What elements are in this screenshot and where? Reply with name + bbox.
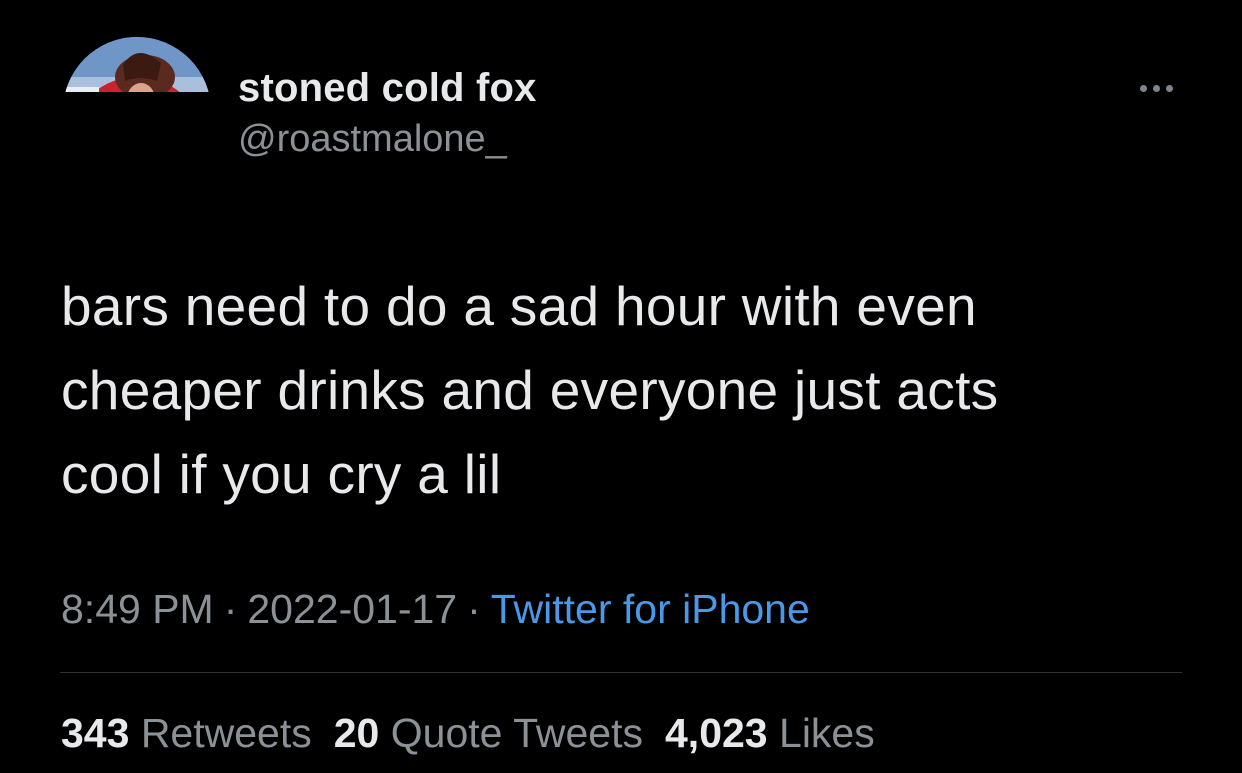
quote-tweets-label: Quote Tweets <box>390 710 643 756</box>
divider <box>60 672 1182 673</box>
tweet-source-link[interactable]: Twitter for iPhone <box>491 586 810 632</box>
tweet-stats: 343 Retweets 20 Quote Tweets 4,023 Likes <box>61 708 897 758</box>
dot <box>1165 84 1173 92</box>
author-block[interactable]: stoned cold fox @roastmalone_ <box>238 64 537 162</box>
tweet-text: bars need to do a sad hour with even che… <box>61 275 999 505</box>
retweets-count: 343 <box>61 710 130 756</box>
retweets-stat[interactable]: 343 Retweets <box>61 708 312 758</box>
dot <box>1152 84 1160 92</box>
likes-count: 4,023 <box>665 710 768 756</box>
separator: · <box>467 586 481 632</box>
avatar-crop <box>50 92 230 202</box>
quote-tweets-stat[interactable]: 20 Quote Tweets <box>334 708 643 758</box>
tweet-time[interactable]: 8:49 PM <box>61 586 214 632</box>
more-horizontal-icon[interactable] <box>1128 74 1184 102</box>
tweet-meta: 8:49 PM · 2022-01-17 · Twitter for iPhone <box>61 584 810 634</box>
separator: · <box>223 586 238 632</box>
dot <box>1139 84 1147 92</box>
likes-label: Likes <box>779 710 875 756</box>
tweet-detail: stoned cold fox @roastmalone_ bars need … <box>0 0 1242 773</box>
retweets-label: Retweets <box>140 710 312 756</box>
display-name[interactable]: stoned cold fox <box>238 64 537 112</box>
handle[interactable]: @roastmalone_ <box>238 116 537 162</box>
tweet-date[interactable]: 2022-01-17 <box>247 586 457 632</box>
likes-stat[interactable]: 4,023 Likes <box>665 708 875 758</box>
quote-tweets-count: 20 <box>333 710 380 756</box>
